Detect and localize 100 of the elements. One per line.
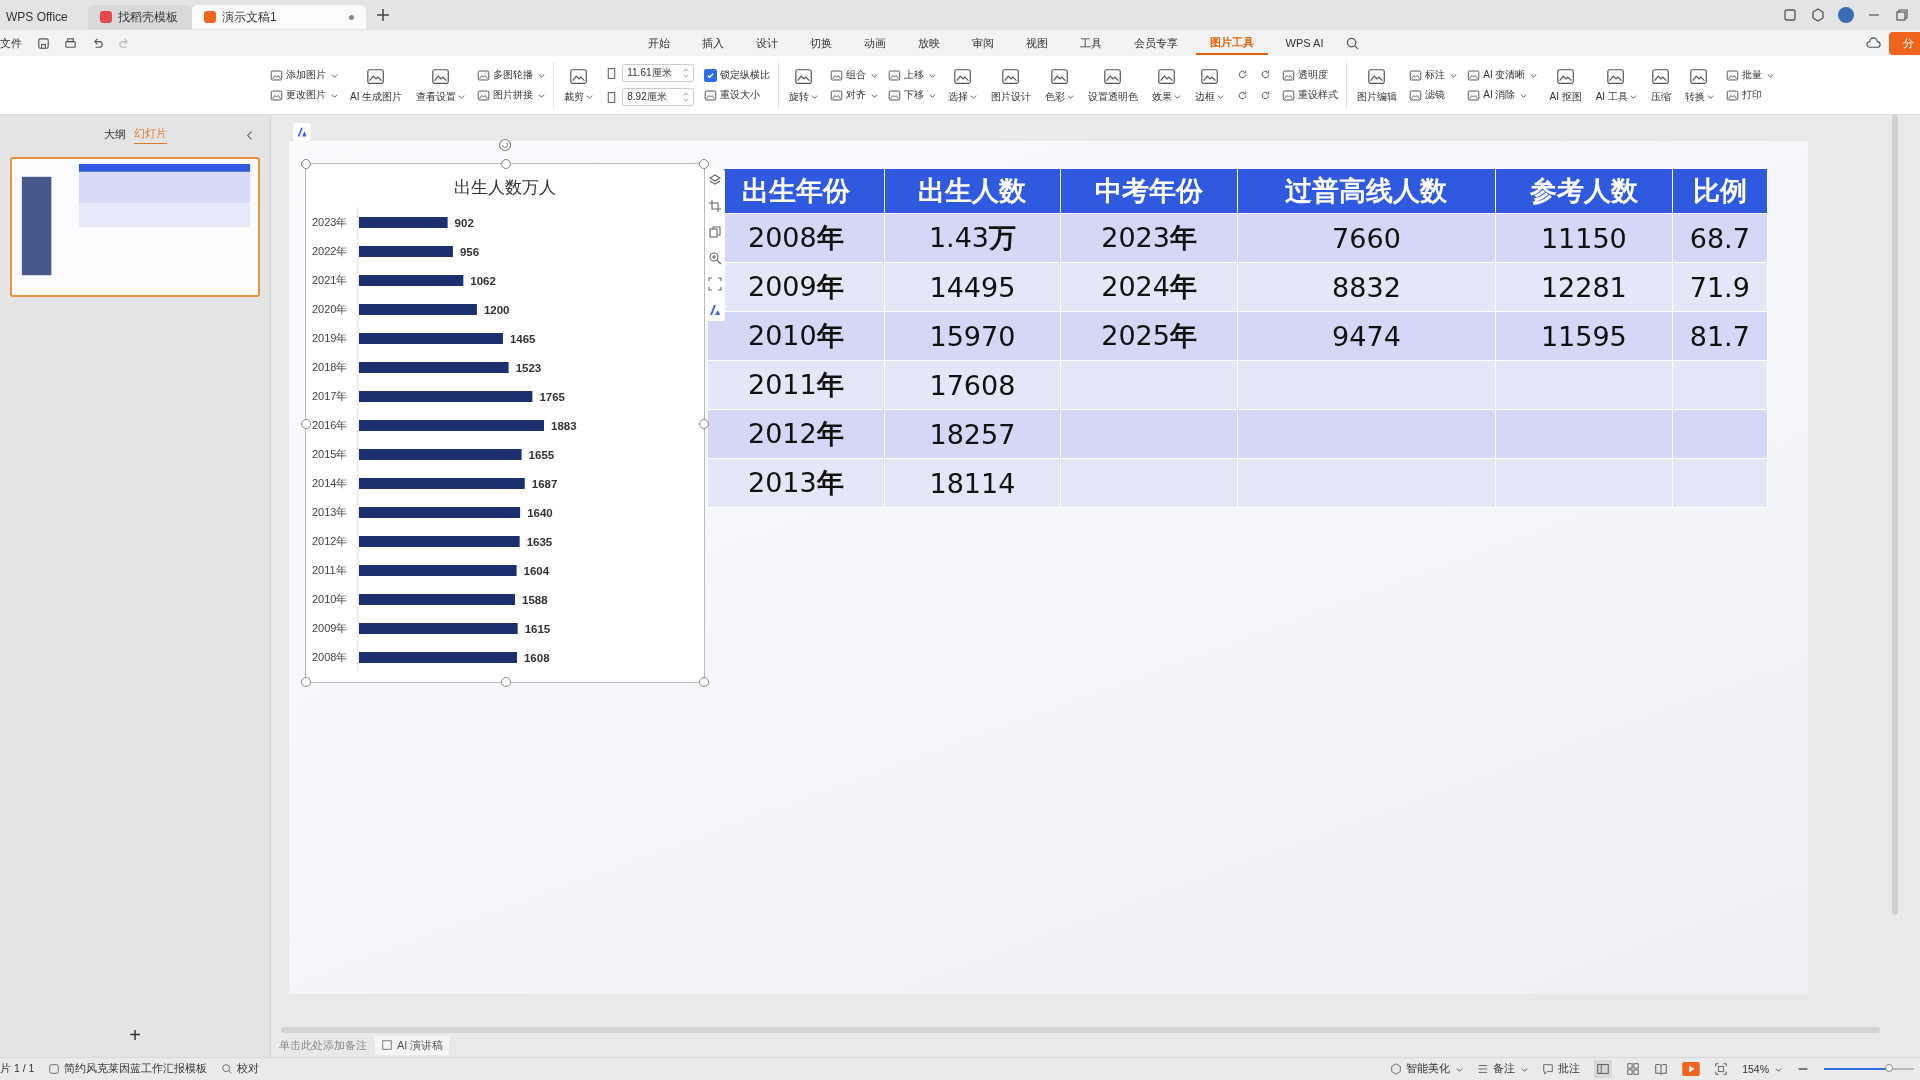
resize-handle[interactable]	[301, 419, 311, 429]
document-tab[interactable]: 演示文稿1	[192, 5, 366, 29]
ribbon-button[interactable]: 批量	[1725, 68, 1774, 82]
ribbon-tab[interactable]: 动画	[849, 32, 900, 54]
panel-tab[interactable]: 大纲	[103, 126, 126, 144]
ribbon-button[interactable]: 查看设置	[414, 66, 468, 104]
file-menu[interactable]: 文件	[0, 35, 28, 51]
book-icon[interactable]	[1654, 1062, 1669, 1076]
ribbon-button[interactable]: AI 抠图	[1547, 66, 1584, 104]
notes-button[interactable]: 备注	[1477, 1062, 1529, 1076]
ribbon-button[interactable]: 组合	[830, 68, 879, 82]
table-cell: 18114	[884, 458, 1061, 508]
zoom-dropdown[interactable]: 154%	[1742, 1063, 1782, 1075]
size-field[interactable]: 11.61厘米	[622, 64, 695, 82]
play-button[interactable]	[1682, 1062, 1701, 1076]
zoom-slider-thumb[interactable]	[1884, 1064, 1893, 1072]
lock-ratio-checkbox[interactable]: 锁定纵横比	[704, 68, 771, 82]
restore-icon[interactable]	[1894, 7, 1910, 23]
ribbon-tab[interactable]: 工具	[1065, 32, 1116, 54]
zoom-in-icon[interactable]	[708, 251, 722, 265]
print-icon[interactable]	[63, 35, 78, 51]
layers-icon[interactable]	[708, 173, 722, 187]
document-tab[interactable]: WPS Office	[0, 5, 80, 29]
resize-handle[interactable]	[699, 677, 709, 687]
ribbon-button[interactable]: 旋转	[787, 66, 821, 104]
ribbon-tab[interactable]: WPS AI	[1271, 34, 1338, 52]
ribbon-button[interactable]: AI 变清晰	[1467, 68, 1538, 82]
ai-assistant-icon[interactable]	[293, 123, 311, 141]
window-icon[interactable]	[1782, 7, 1798, 23]
comments-button[interactable]: 批注	[1542, 1062, 1581, 1076]
proofread-button[interactable]: 校对	[221, 1062, 260, 1076]
document-tab[interactable]: 找稻壳模板	[88, 5, 192, 29]
ribbon-button[interactable]: 边框	[1193, 66, 1227, 104]
crop-icon[interactable]	[708, 199, 722, 213]
checkbox[interactable]	[704, 68, 718, 82]
ribbon-button[interactable]: AI 生成图片	[348, 66, 405, 104]
ai-icon[interactable]	[708, 303, 722, 317]
caret-icon	[1530, 71, 1538, 79]
new-tab-icon[interactable]	[376, 8, 390, 22]
resize-handle[interactable]	[501, 159, 511, 169]
ribbon-tab[interactable]: 会员专享	[1119, 32, 1192, 54]
ribbon-button[interactable]: AI 工具	[1593, 66, 1639, 104]
grid-view-icon[interactable]	[1626, 1062, 1641, 1076]
ribbon-tab[interactable]: 审阅	[957, 32, 1008, 54]
table-cell: 7660	[1237, 213, 1496, 263]
search-icon[interactable]	[1345, 35, 1361, 51]
ribbon-button[interactable]: 选择	[946, 66, 980, 104]
resize-handle[interactable]	[699, 159, 709, 169]
ribbon-button[interactable]: 透明度	[1282, 68, 1339, 82]
ribbon-button[interactable]: 裁剪	[562, 66, 596, 104]
size-field[interactable]: 8.92厘米	[622, 88, 695, 106]
caret-icon	[1456, 1065, 1464, 1073]
value-label: 1883	[551, 420, 577, 432]
value-label: 1604	[523, 565, 550, 577]
ai-speech-button[interactable]: AI 演讲稿	[375, 1035, 450, 1055]
ribbon-tab[interactable]: 切换	[795, 32, 846, 54]
ribbon-button[interactable]: 更改图片	[270, 88, 338, 102]
copy-icon[interactable]	[708, 225, 722, 239]
ribbon-button[interactable]: 重设大小	[704, 88, 771, 102]
avatar[interactable]	[1838, 7, 1854, 23]
cloud-upload-icon[interactable]	[1866, 35, 1881, 51]
ribbon-tab[interactable]: 放映	[903, 32, 954, 54]
resize-handle[interactable]	[301, 159, 311, 169]
add-slide-button[interactable]: +	[129, 1024, 141, 1047]
ribbon-button[interactable]: 重设样式	[1282, 88, 1339, 102]
fit-icon[interactable]	[708, 277, 722, 291]
vertical-scrollbar[interactable]	[1892, 115, 1898, 915]
ribbon-tab[interactable]: 视图	[1011, 32, 1062, 54]
ribbon-button[interactable]: 效果	[1150, 66, 1184, 104]
ribbon-button[interactable]: 转换	[1682, 66, 1716, 104]
ribbon-button[interactable]: 色彩	[1043, 66, 1077, 104]
ribbon-button[interactable]: 滤镜	[1409, 88, 1458, 102]
ribbon-button[interactable]: 图片拼接	[477, 88, 546, 102]
ribbon-button[interactable]: 图片编辑	[1355, 66, 1400, 104]
ribbon-button[interactable]: 对齐	[830, 88, 879, 102]
resize-handle[interactable]	[501, 677, 511, 687]
collapse-icon[interactable]	[246, 129, 254, 141]
ribbon-button[interactable]: 压缩	[1648, 66, 1673, 104]
ribbon-button[interactable]: 设置透明色	[1086, 66, 1141, 104]
ribbon-button[interactable]: 下移	[888, 88, 937, 102]
cube-icon[interactable]	[1810, 7, 1826, 23]
resize-handle[interactable]	[301, 677, 311, 687]
ribbon-button[interactable]: AI 消除	[1467, 88, 1538, 102]
rotate-handle[interactable]	[498, 138, 512, 152]
ribbon-button[interactable]: 多图轮播	[477, 68, 546, 82]
template-button[interactable]: 简约风克莱因蓝工作汇报模板	[48, 1062, 208, 1076]
ribbon-button[interactable]: 图片设计	[989, 66, 1034, 104]
normal-view-icon[interactable]	[1594, 1060, 1613, 1078]
ribbon-tab[interactable]: 设计	[741, 32, 792, 54]
ribbon-tab[interactable]: 开始	[633, 32, 684, 54]
fit-icon[interactable]	[1714, 1062, 1729, 1076]
ribbon-button[interactable]: 打印	[1725, 88, 1774, 102]
ribbon-button[interactable]: 上移	[888, 68, 937, 82]
ribbon-tab[interactable]: 插入	[687, 32, 738, 54]
ribbon-button[interactable]: 标注	[1409, 68, 1458, 82]
slide-thumbnail[interactable]	[10, 157, 260, 297]
beautify-button[interactable]: 智能美化	[1390, 1062, 1464, 1076]
ribbon-button[interactable]: 添加图片	[270, 68, 338, 82]
save-icon[interactable]	[36, 35, 51, 51]
table-cell: 11150	[1495, 213, 1673, 263]
